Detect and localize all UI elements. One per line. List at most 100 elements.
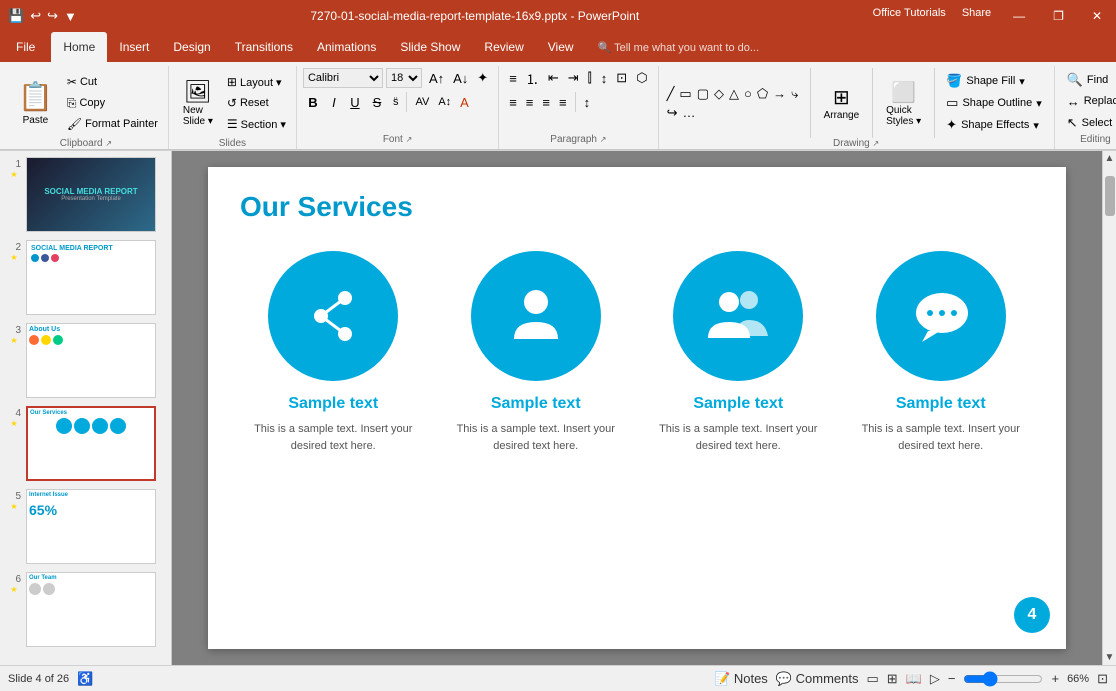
- justify-button[interactable]: ≡: [555, 92, 571, 112]
- close-button[interactable]: ✕: [1086, 7, 1108, 25]
- columns-button[interactable]: ⫿: [584, 68, 596, 88]
- right-scrollbar[interactable]: ▲ ▼: [1102, 151, 1116, 665]
- tab-view[interactable]: View: [536, 32, 586, 62]
- customize-qa-icon[interactable]: ▼: [64, 9, 77, 24]
- zoom-in-button[interactable]: +: [1051, 671, 1059, 686]
- increase-font-button[interactable]: A↑: [425, 68, 448, 88]
- scroll-down-button[interactable]: ▼: [1103, 650, 1116, 665]
- bullets-button[interactable]: ≡: [505, 68, 521, 88]
- shadow-button[interactable]: s̈: [389, 92, 403, 112]
- shape-outline-button[interactable]: ▭ Shape Outline ▾: [940, 94, 1048, 112]
- undo-icon[interactable]: ↩: [30, 8, 41, 24]
- shape-rect[interactable]: ▭: [677, 85, 693, 103]
- select-button[interactable]: ↖ Select ▾: [1061, 114, 1116, 132]
- clear-format-button[interactable]: ✦: [473, 68, 492, 88]
- arrange-button[interactable]: ⊞ Arrange: [816, 68, 868, 138]
- decrease-indent-button[interactable]: ⇤: [544, 68, 563, 88]
- accessibility-icon[interactable]: ♿: [77, 671, 93, 687]
- shape-fill-button[interactable]: 🪣 Shape Fill ▾: [940, 72, 1048, 90]
- smart-art-button[interactable]: ⬡: [632, 68, 651, 88]
- format-painter-button[interactable]: 🖌 Format Painter: [63, 114, 162, 134]
- font-color-button[interactable]: A: [456, 92, 473, 112]
- fit-slide-button[interactable]: ⊡: [1097, 671, 1108, 687]
- shape-arrow[interactable]: →: [771, 85, 788, 103]
- increase-indent-button[interactable]: ⇥: [564, 68, 583, 88]
- tab-insert[interactable]: Insert: [107, 32, 161, 62]
- slideshow-button[interactable]: ▷: [930, 671, 940, 687]
- redo-icon[interactable]: ↪: [47, 8, 58, 24]
- copy-button[interactable]: ⎘ Copy: [63, 93, 162, 113]
- text-direction-button[interactable]: A↕: [434, 92, 455, 112]
- bold-button[interactable]: B: [303, 92, 323, 112]
- shape-circle[interactable]: ○: [742, 85, 754, 103]
- tab-design[interactable]: Design: [161, 32, 222, 62]
- shape-pentagon[interactable]: ⬠: [755, 85, 770, 103]
- slide-thumb-1[interactable]: 1 ★ SOCIAL MEDIA REPORT Presentation Tem…: [4, 155, 167, 234]
- paste-button[interactable]: 📋 Paste: [10, 68, 61, 138]
- slide-thumb-2[interactable]: 2 ★ SOCIAL MEDIA REPORT: [4, 238, 167, 317]
- font-family-select[interactable]: Calibri: [303, 68, 383, 88]
- shape-arrow2[interactable]: ⤷: [789, 85, 800, 103]
- scroll-thumb[interactable]: [1105, 176, 1115, 216]
- tab-slideshow[interactable]: Slide Show: [388, 32, 472, 62]
- align-text-button[interactable]: ⊡: [612, 68, 631, 88]
- replace-button[interactable]: ↔ Replace: [1061, 93, 1116, 110]
- decrease-font-button[interactable]: A↓: [449, 68, 472, 88]
- zoom-out-button[interactable]: −: [948, 671, 956, 686]
- slide-thumb-4[interactable]: 4 ★ Our Services: [4, 404, 167, 483]
- status-left: Slide 4 of 26 ♿: [8, 671, 93, 687]
- slide-preview-1: SOCIAL MEDIA REPORT Presentation Templat…: [26, 157, 156, 232]
- italic-button[interactable]: I: [324, 92, 344, 112]
- slide-sorter-button[interactable]: ⊞: [887, 671, 898, 687]
- new-slide-button[interactable]: 🖼 NewSlide ▾: [175, 68, 221, 138]
- shape-effects-button[interactable]: ✦ Shape Effects ▾: [940, 116, 1048, 134]
- quick-styles-button[interactable]: ⬜ QuickStyles ▾: [878, 68, 929, 138]
- shape-round-rect[interactable]: ▢: [695, 85, 711, 103]
- slide-thumb-3[interactable]: 3 ★ About Us: [4, 321, 167, 400]
- text-direction-para-button[interactable]: ↕: [597, 68, 612, 88]
- section-button[interactable]: ☰ Section ▾: [223, 114, 290, 134]
- tab-home[interactable]: Home: [51, 32, 107, 62]
- char-spacing-button[interactable]: AV: [411, 92, 433, 112]
- numbering-button[interactable]: ⒈: [522, 68, 543, 88]
- zoom-slider[interactable]: [963, 672, 1043, 686]
- tab-file[interactable]: File: [0, 32, 51, 62]
- reading-view-button[interactable]: 📖: [906, 671, 922, 687]
- comments-button[interactable]: 💬 Comments: [776, 671, 859, 687]
- restore-button[interactable]: ❐: [1047, 7, 1070, 25]
- shape-triangle[interactable]: △: [727, 85, 741, 103]
- cut-button[interactable]: ✂ Cut: [63, 72, 162, 92]
- save-icon[interactable]: 💾: [8, 8, 24, 24]
- shape-arrow3[interactable]: ↪: [665, 104, 680, 122]
- notes-button[interactable]: 📝 Notes: [714, 671, 768, 687]
- layout-button[interactable]: ⊞ Layout ▾: [223, 72, 290, 92]
- tab-review[interactable]: Review: [472, 32, 535, 62]
- shape-more[interactable]: …: [680, 104, 697, 122]
- slide-thumb-5[interactable]: 5 ★ Internet Issue 65%: [4, 487, 167, 566]
- find-button[interactable]: 🔍 Find: [1061, 71, 1116, 89]
- title-bar: 💾 ↩ ↪ ▼ 7270-01-social-media-report-temp…: [0, 0, 1116, 32]
- shape-line[interactable]: ╱: [665, 85, 677, 103]
- scroll-up-button[interactable]: ▲: [1103, 151, 1116, 166]
- title-right: Office Tutorials Share — ❐ ✕: [873, 7, 1108, 25]
- underline-button[interactable]: U: [345, 92, 365, 112]
- center-button[interactable]: ≡: [522, 92, 538, 112]
- office-tutorials-link[interactable]: Office Tutorials: [873, 7, 946, 25]
- service-circle-4: [876, 251, 1006, 381]
- slide-canvas[interactable]: Our Services Sample text: [208, 167, 1066, 649]
- share-button[interactable]: Share: [962, 7, 991, 25]
- font-size-select[interactable]: 18: [386, 68, 422, 88]
- align-right-button[interactable]: ≡: [538, 92, 554, 112]
- align-left-button[interactable]: ≡: [505, 92, 521, 112]
- strikethrough-button[interactable]: S: [366, 92, 388, 112]
- tab-animations[interactable]: Animations: [305, 32, 388, 62]
- minimize-button[interactable]: —: [1007, 7, 1031, 25]
- tab-help[interactable]: 🔍 Tell me what you want to do...: [586, 32, 771, 62]
- tab-transitions[interactable]: Transitions: [223, 32, 305, 62]
- line-spacing-button[interactable]: ↕: [580, 92, 595, 112]
- shape-fill-label: Shape Fill: [966, 75, 1015, 87]
- slide-thumb-6[interactable]: 6 ★ Our Team: [4, 570, 167, 649]
- reset-button[interactable]: ↺ Reset: [223, 93, 290, 113]
- shape-diamond[interactable]: ◇: [712, 85, 726, 103]
- normal-view-button[interactable]: ▭: [866, 671, 878, 687]
